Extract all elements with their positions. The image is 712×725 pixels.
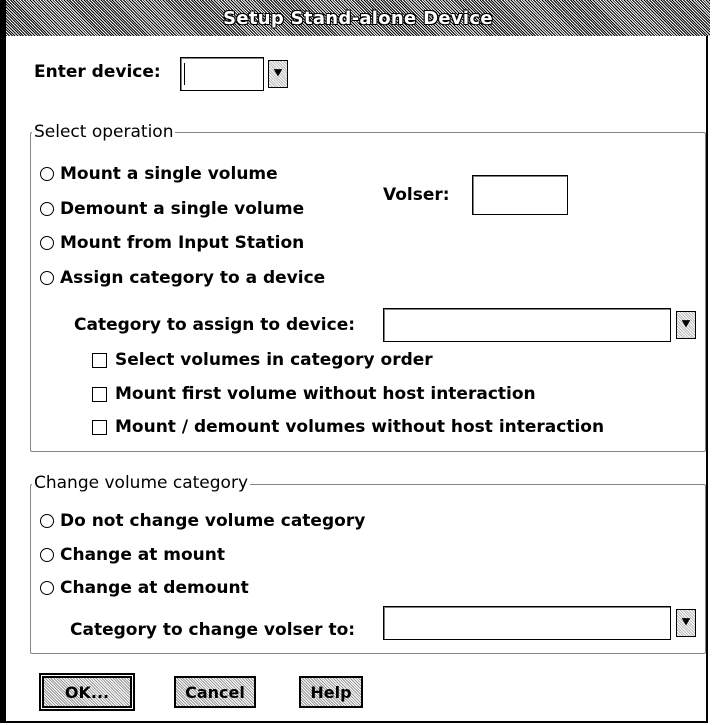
radio-label: Change at mount xyxy=(60,545,226,565)
radio-label: Do not change volume category xyxy=(60,511,366,531)
device-label: Enter device: xyxy=(34,62,161,82)
checkbox-mount-demount[interactable]: Mount / demount volumes without host int… xyxy=(92,417,604,437)
radio-circle-icon xyxy=(40,202,54,216)
radio-label: Mount from Input Station xyxy=(60,233,305,253)
help-button[interactable]: Help xyxy=(299,676,363,708)
radio-label: Change at demount xyxy=(60,578,249,598)
radio-circle-icon xyxy=(40,271,54,285)
checkbox-icon xyxy=(92,419,107,435)
category-assign-dropdown-button[interactable]: ⯆ xyxy=(676,311,696,339)
radio-change-demount[interactable]: Change at demount xyxy=(40,578,249,598)
checkbox-label: Mount / demount volumes without host int… xyxy=(115,417,605,437)
down-arrow-icon: ⯆ xyxy=(680,615,692,631)
ok-button[interactable]: OK... xyxy=(39,673,135,711)
category-assign-input[interactable] xyxy=(383,308,671,342)
category-change-input[interactable] xyxy=(383,606,671,640)
text-cursor xyxy=(184,63,185,85)
volser-label: Volser: xyxy=(383,185,450,205)
category-change-label: Category to change volser to: xyxy=(70,620,356,640)
window-title: Setup Stand-alone Device xyxy=(223,7,493,29)
radio-label: Mount a single volume xyxy=(60,164,278,184)
radio-mount-input-station[interactable]: Mount from Input Station xyxy=(40,233,304,253)
radio-no-change[interactable]: Do not change volume category xyxy=(40,511,365,531)
help-button-label: Help xyxy=(310,682,352,702)
radio-assign-category[interactable]: Assign category to a device xyxy=(40,268,325,288)
cancel-button-label: Cancel xyxy=(185,682,245,702)
volser-input[interactable] xyxy=(472,175,568,215)
change-category-label: Change volume category xyxy=(32,473,251,493)
checkbox-icon xyxy=(92,352,107,368)
radio-circle-icon xyxy=(40,548,54,562)
radio-circle-icon xyxy=(40,514,54,528)
category-assign-label: Category to assign to device: xyxy=(74,315,356,335)
down-arrow-icon: ⯆ xyxy=(272,66,284,82)
checkbox-category-order[interactable]: Select volumes in category order xyxy=(92,350,433,370)
radio-circle-icon xyxy=(40,167,54,181)
checkbox-mount-first[interactable]: Mount first volume without host interact… xyxy=(92,384,536,404)
select-operation-label: Select operation xyxy=(32,122,176,142)
device-input[interactable] xyxy=(180,57,264,91)
radio-label: Assign category to a device xyxy=(60,268,326,288)
down-arrow-icon: ⯆ xyxy=(680,317,692,333)
ok-button-label: OK... xyxy=(64,682,110,702)
radio-label: Demount a single volume xyxy=(60,199,305,219)
device-dropdown-button[interactable]: ⯆ xyxy=(268,60,288,88)
radio-circle-icon xyxy=(40,236,54,250)
radio-circle-icon xyxy=(40,581,54,595)
checkbox-label: Select volumes in category order xyxy=(115,350,433,370)
title-bar[interactable]: Setup Stand-alone Device xyxy=(6,0,710,36)
radio-change-mount[interactable]: Change at mount xyxy=(40,545,225,565)
checkbox-icon xyxy=(92,386,107,402)
checkbox-label: Mount first volume without host interact… xyxy=(115,384,536,404)
category-change-dropdown-button[interactable]: ⯆ xyxy=(676,609,696,637)
radio-mount-single[interactable]: Mount a single volume xyxy=(40,164,278,184)
radio-demount-single[interactable]: Demount a single volume xyxy=(40,199,304,219)
cancel-button[interactable]: Cancel xyxy=(174,676,256,708)
